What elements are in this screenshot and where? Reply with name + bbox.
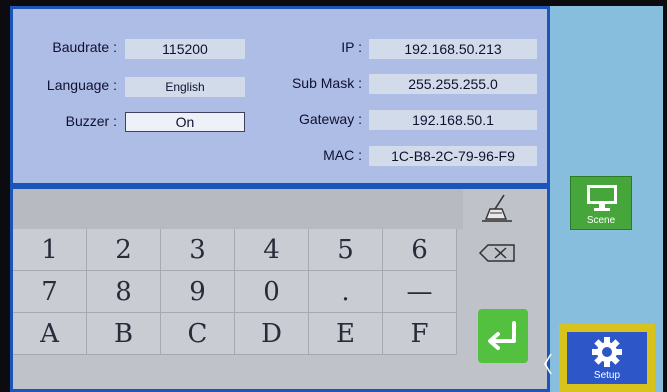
key-b[interactable]: B	[87, 313, 161, 355]
key-f[interactable]: F	[383, 313, 457, 355]
enter-button[interactable]	[478, 309, 528, 363]
language-field[interactable]: English	[125, 77, 245, 97]
gateway-field[interactable]: 192.168.50.1	[369, 110, 537, 130]
key-7[interactable]: 7	[13, 271, 87, 313]
ip-field[interactable]: 192.168.50.213	[369, 39, 537, 59]
broom-icon	[482, 194, 512, 222]
sub-mask-field[interactable]: 255.255.255.0	[369, 74, 537, 94]
setup-button-face: Setup	[567, 332, 647, 384]
key-1[interactable]: 1	[13, 229, 87, 271]
device-screen: Baudrate : 115200 Language : English Buz…	[10, 6, 663, 392]
scene-label: Scene	[586, 215, 616, 226]
chevron-left-icon[interactable]	[543, 352, 553, 376]
key-3[interactable]: 3	[161, 229, 235, 271]
key-e[interactable]: E	[309, 313, 383, 355]
monitor-icon	[587, 185, 617, 211]
key-2[interactable]: 2	[87, 229, 161, 271]
mac-label: MAC :	[323, 147, 362, 163]
key-6[interactable]: 6	[383, 229, 457, 271]
scene-button[interactable]: Scene	[570, 176, 632, 230]
key-a[interactable]: A	[13, 313, 87, 355]
buzzer-label: Buzzer :	[65, 113, 117, 129]
language-label: Language :	[46, 77, 117, 93]
key-dot[interactable]: .	[309, 271, 383, 313]
key-0[interactable]: 0	[235, 271, 309, 313]
baudrate-field[interactable]: 115200	[125, 39, 245, 59]
gateway-label: Gateway :	[298, 111, 362, 127]
baudrate-label: Baudrate :	[52, 39, 117, 55]
backspace-icon	[478, 244, 515, 262]
key-minus[interactable]: —	[383, 271, 457, 313]
key-d[interactable]: D	[235, 313, 309, 355]
gear-icon	[592, 337, 622, 367]
key-4[interactable]: 4	[235, 229, 309, 271]
key-8[interactable]: 8	[87, 271, 161, 313]
key-5[interactable]: 5	[309, 229, 383, 271]
key-9[interactable]: 9	[161, 271, 235, 313]
buzzer-toggle[interactable]: On	[125, 112, 245, 132]
setup-label: Setup	[593, 370, 621, 381]
enter-icon	[488, 321, 516, 350]
keypad: 1 2 3 4 5 6 7 8 9 0 . — A B C D E F	[10, 186, 550, 392]
sub-mask-label: Sub Mask :	[291, 75, 362, 91]
backspace-button[interactable]	[468, 233, 528, 271]
settings-panel: Baudrate : 115200 Language : English Buz…	[10, 6, 550, 186]
entry-display	[13, 189, 463, 229]
mac-field[interactable]: 1C-B8-2C-79-96-F9	[369, 146, 537, 166]
key-c[interactable]: C	[161, 313, 235, 355]
setup-button[interactable]: Setup	[559, 324, 655, 392]
clear-button[interactable]	[468, 191, 528, 229]
ip-label: IP :	[341, 39, 362, 55]
